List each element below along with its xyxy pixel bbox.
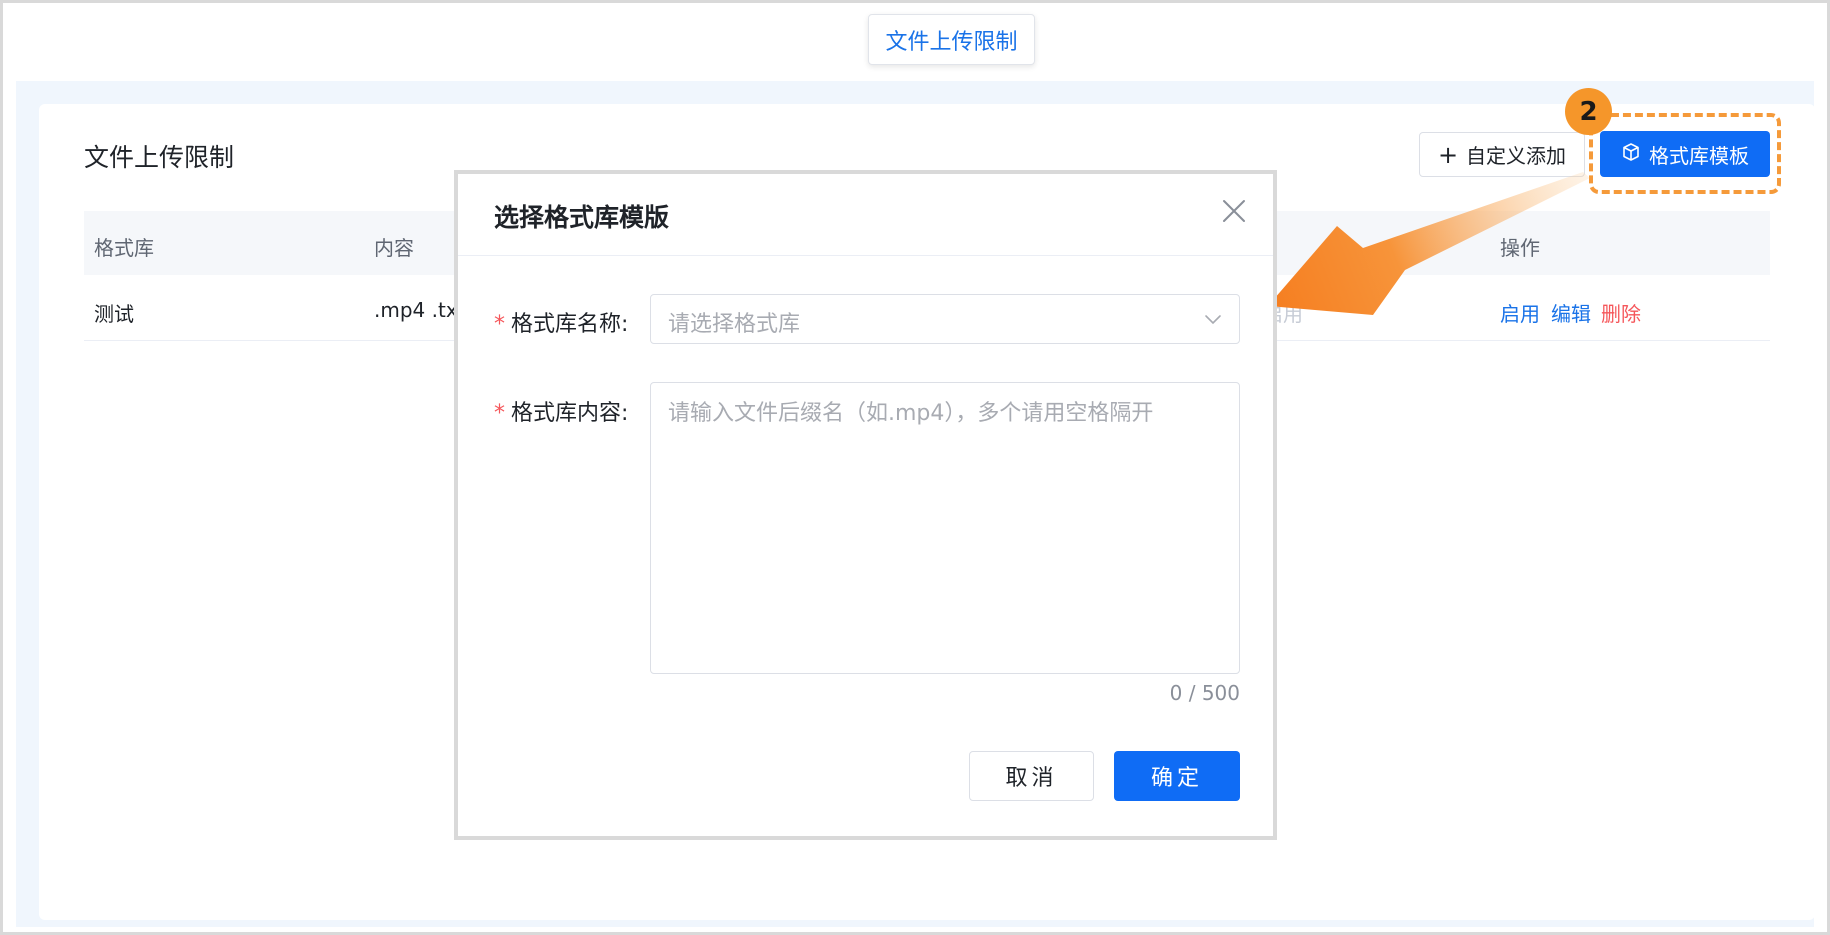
confirm-button[interactable]: 确定: [1114, 751, 1240, 801]
format-template-button[interactable]: 格式库模板: [1600, 131, 1770, 177]
column-header-content: 内容: [374, 236, 414, 260]
dialog-title: 选择格式库模版: [494, 203, 670, 232]
format-content-label-text: 格式库内容:: [511, 401, 629, 426]
page-title: 文件上传限制: [84, 143, 235, 172]
row-library-name: 测试: [94, 302, 134, 326]
required-mark: *: [494, 312, 505, 337]
cancel-button-label: 取消: [1005, 766, 1058, 791]
row-edit-link[interactable]: 编辑: [1551, 298, 1591, 327]
close-icon[interactable]: [1217, 194, 1251, 228]
format-template-label: 格式库模板: [1649, 143, 1749, 168]
chevron-down-icon: [1202, 308, 1224, 330]
column-header-actions: 操作: [1500, 236, 1540, 260]
cube-icon: [1621, 142, 1641, 167]
row-content: .mp4 .txt: [374, 298, 466, 322]
required-mark: *: [494, 401, 505, 426]
row-delete-link[interactable]: 删除: [1601, 298, 1641, 327]
character-counter: 0 / 500: [1169, 681, 1240, 705]
custom-add-label: 自定义添加: [1466, 144, 1567, 168]
row-enable-link[interactable]: 启用: [1500, 298, 1540, 327]
dialog-divider: [458, 255, 1273, 256]
column-header-library: 格式库: [94, 236, 154, 260]
cancel-button[interactable]: 取消: [969, 751, 1094, 801]
format-name-label: * 格式库名称:: [494, 306, 628, 338]
annotation-step-badge: 2: [1565, 88, 1612, 135]
format-library-select-placeholder: 请选择格式库: [668, 312, 801, 337]
format-content-placeholder: 请输入文件后缀名（如.mp4），多个请用空格隔开: [668, 401, 1154, 426]
custom-add-button[interactable]: + 自定义添加: [1419, 132, 1585, 177]
tab-label: 文件上传限制: [885, 29, 1018, 55]
tab-file-upload-limit[interactable]: 文件上传限制: [868, 14, 1035, 65]
format-name-label-text: 格式库名称:: [511, 312, 629, 337]
format-content-label: * 格式库内容:: [494, 395, 628, 427]
confirm-button-label: 确定: [1150, 766, 1203, 791]
plus-icon: +: [1437, 140, 1459, 169]
